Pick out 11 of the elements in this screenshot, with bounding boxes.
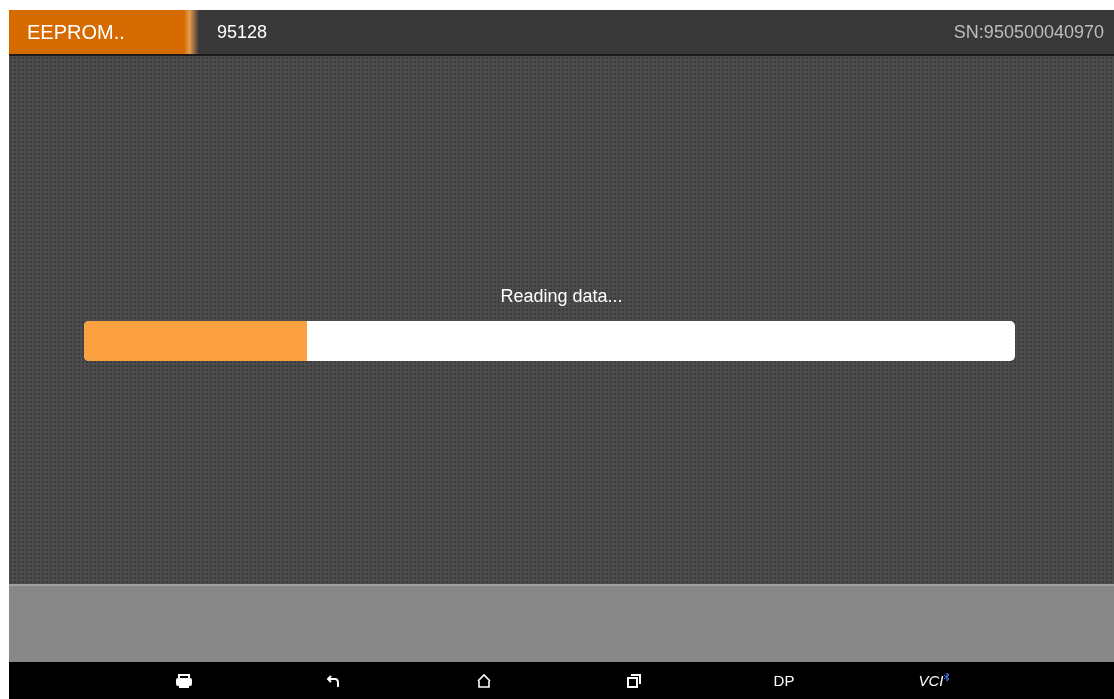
back-icon	[326, 672, 342, 689]
serial-number: SN:950500040970	[953, 21, 1104, 43]
vci-button[interactable]: VCI	[914, 670, 954, 691]
dp-button[interactable]: DP	[769, 670, 799, 691]
printer-icon	[176, 672, 192, 689]
home-icon	[476, 672, 492, 689]
recent-apps-icon	[626, 672, 642, 689]
progress-message: Reading data...	[500, 286, 623, 307]
bluetooth-icon	[943, 671, 950, 682]
subtitle: 95128	[217, 21, 268, 43]
title-tab[interactable]: EEPROM..	[9, 10, 199, 54]
